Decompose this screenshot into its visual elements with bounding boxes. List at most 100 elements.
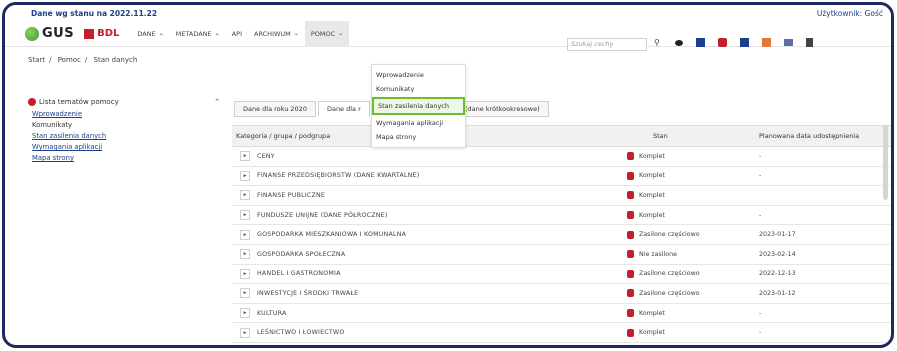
category-name[interactable]: CENY <box>257 153 275 160</box>
page-scrollbar[interactable] <box>883 125 888 200</box>
category-cell: ▸ FINANSE PRZEDSIĘBIORSTW (DANE KWARTALNE… <box>232 170 627 181</box>
expand-icon[interactable]: ▸ <box>240 190 250 201</box>
table-row: ▸ CENY Komplet - <box>232 147 891 167</box>
help-sidebar: Lista tematów pomocy ⌃ Wprowadzenie Komu… <box>28 98 220 162</box>
table-row: ▸ GOSPODARKA MIESZKANIOWA I KOMUNALNA Zasi… <box>232 225 891 245</box>
breadcrumb-current: Stan danych <box>93 56 138 64</box>
status-cell: Komplet <box>627 191 737 200</box>
mail-icon[interactable] <box>784 39 793 46</box>
category-name[interactable]: FINANSE PRZEDSIĘBIORSTW (DANE KWARTALNE) <box>257 172 419 179</box>
rss-icon[interactable] <box>762 38 771 47</box>
category-name[interactable]: FUNDUSZE UNIJNE (DANE PÓŁROCZNE) <box>257 212 388 219</box>
planned-date: 2023-01-17 <box>759 231 796 239</box>
database-icon <box>627 328 634 337</box>
status-cell: Komplet <box>627 309 737 318</box>
nav-item-dane[interactable]: DANE ⌄ <box>131 21 169 47</box>
table-row: ▸ GOSPODARKA SPOŁECZNA Nie zasilone 2023-02… <box>232 245 891 265</box>
planned-date: - <box>759 211 762 219</box>
table-row: ▸ FINANSE PRZEDSIĘBIORSTW (DANE KWARTALNE… <box>232 167 891 187</box>
nav-item-metadane[interactable]: METADANE ⌄ <box>170 21 226 47</box>
database-icon <box>627 289 634 298</box>
expand-icon[interactable]: ▸ <box>240 268 250 279</box>
gus-logo[interactable]: GUS <box>25 26 74 41</box>
category-name[interactable]: GOSPODARKA MIESZKANIOWA I KOMUNALNA <box>257 231 406 238</box>
sidebar-item-introduction[interactable]: Wprowadzenie <box>32 110 220 118</box>
planned-date: - <box>759 329 762 337</box>
chat-icon[interactable] <box>718 38 727 47</box>
tab-year-2020[interactable]: Dane dla roku 2020 <box>234 101 316 117</box>
help-dropdown-menu: Wprowadzenie Komunikaty Stan zasilenia d… <box>371 64 466 148</box>
category-name[interactable]: INWESTYCJE I ŚRODKI TRWAŁE <box>257 290 358 297</box>
status-cell: Zasilone częściowo <box>627 269 737 278</box>
flag-uk-icon[interactable] <box>696 38 705 47</box>
database-icon <box>627 230 634 239</box>
table-row: ▸ KULTURA Komplet - <box>232 304 891 324</box>
category-cell: ▸ GOSPODARKA SPOŁECZNA <box>232 249 627 260</box>
expand-icon[interactable]: ▸ <box>240 288 250 299</box>
chevron-down-icon: ⌄ <box>293 30 299 37</box>
expand-icon[interactable]: ▸ <box>240 308 250 319</box>
database-icon <box>627 269 634 278</box>
top-bar: Dane wg stanu na 2022.11.22 Użytkownik: … <box>5 5 891 21</box>
bdl-logo-icon <box>84 28 95 39</box>
status-cell: Komplet <box>627 211 737 220</box>
search-input[interactable]: Szukaj cechy <box>567 38 647 51</box>
menu-item-introduction[interactable]: Wprowadzenie <box>372 68 465 82</box>
menu-item-sitemap[interactable]: Mapa strony <box>372 130 465 144</box>
sidebar-item-data-status[interactable]: Stan zasilenia danych <box>32 132 220 140</box>
expand-icon[interactable]: ▸ <box>240 151 250 162</box>
chevron-up-icon[interactable]: ⌃ <box>214 98 220 106</box>
category-name[interactable]: KULTURA <box>257 310 287 317</box>
eye-icon[interactable] <box>675 39 683 46</box>
expand-icon[interactable]: ▸ <box>240 229 250 240</box>
planned-date: 2023-01-12 <box>759 289 796 297</box>
status-cell: Nie zasilone <box>627 250 737 259</box>
nav-item-pomoc[interactable]: POMOC ⌄ <box>304 20 350 47</box>
chevron-down-icon: ⌄ <box>158 30 164 37</box>
menu-item-data-status[interactable]: Stan zasilenia danych <box>372 97 465 115</box>
bdl-logo[interactable]: BDL <box>84 28 119 39</box>
category-cell: ▸ KULTURA <box>232 308 627 319</box>
category-cell: ▸ GOSPODARKA MIESZKANIOWA I KOMUNALNA <box>232 229 627 240</box>
sidebar-header[interactable]: Lista tematów pomocy ⌃ <box>28 98 220 106</box>
planned-date: - <box>759 309 762 317</box>
planned-date: - <box>759 152 762 160</box>
gus-logo-icon <box>25 26 39 41</box>
breadcrumb-start[interactable]: Start <box>28 56 45 64</box>
expand-icon[interactable]: ▸ <box>240 210 250 221</box>
tab-year-current[interactable]: Dane dla r <box>317 101 370 117</box>
category-name[interactable]: GOSPODARKA SPOŁECZNA <box>257 251 345 258</box>
search-icon[interactable]: ⚲ <box>654 38 660 47</box>
user-label[interactable]: Użytkownik: Gość <box>817 9 883 18</box>
menu-item-requirements[interactable]: Wymagania aplikacji <box>372 116 465 130</box>
sidebar-item-notices[interactable]: Komunikaty <box>32 121 220 129</box>
expand-icon[interactable]: ▸ <box>240 327 250 338</box>
facebook-icon[interactable] <box>740 38 749 47</box>
database-icon <box>627 309 634 318</box>
nav-item-archiwum[interactable]: ARCHIWUM ⌄ <box>248 21 305 47</box>
help-topics-icon <box>28 98 36 106</box>
database-icon <box>627 250 634 259</box>
status-text: Zasilone częściowo <box>639 289 700 297</box>
status-cell: Zasilone częściowo <box>627 289 737 298</box>
category-name[interactable]: HANDEL I GASTRONOMIA <box>257 270 341 277</box>
sidebar-item-sitemap[interactable]: Mapa strony <box>32 154 220 162</box>
status-cell: Komplet <box>627 152 737 161</box>
table-row: ▸ LEŚNICTWO I ŁOWIECTWO Komplet - <box>232 323 891 343</box>
status-text: Komplet <box>639 309 665 317</box>
table-row: ▸ FUNDUSZE UNIJNE (DANE PÓŁROCZNE) Komplet… <box>232 206 891 226</box>
expand-icon[interactable]: ▸ <box>240 170 250 181</box>
menu-item-notices[interactable]: Komunikaty <box>372 82 465 96</box>
nav-item-api[interactable]: API <box>226 21 248 47</box>
status-cell: Komplet <box>627 328 737 337</box>
data-date: Dane wg stanu na 2022.11.22 <box>31 8 158 18</box>
category-name[interactable]: FINANSE PUBLICZNE <box>257 192 325 199</box>
status-cell: Zasilone częściowo <box>627 230 737 239</box>
expand-icon[interactable]: ▸ <box>240 249 250 260</box>
status-text: Komplet <box>639 211 665 219</box>
breadcrumb-help[interactable]: Pomoc <box>58 56 81 64</box>
category-name[interactable]: LEŚNICTWO I ŁOWIECTWO <box>257 329 345 336</box>
lock-icon[interactable] <box>806 38 813 47</box>
category-cell: ▸ FINANSE PUBLICZNE <box>232 190 627 201</box>
sidebar-item-requirements[interactable]: Wymagania aplikacji <box>32 143 220 151</box>
